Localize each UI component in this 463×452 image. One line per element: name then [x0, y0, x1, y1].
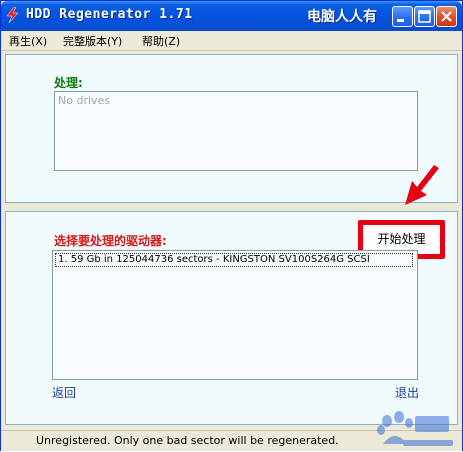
- processing-drives-list[interactable]: No drives: [54, 91, 418, 171]
- window-title: HDD Regenerator 1.71: [26, 7, 193, 22]
- process-panel: 处理: No drives: [5, 54, 458, 203]
- minimize-icon: [397, 19, 404, 22]
- menu-help[interactable]: 帮助(Z): [142, 33, 180, 49]
- status-text: Unregistered. Only one bad sector will b…: [36, 434, 339, 447]
- close-icon: [441, 11, 452, 22]
- back-link[interactable]: 返回: [52, 384, 76, 401]
- title-bar[interactable]: HDD Regenerator 1.71 电脑人人有: [1, 1, 462, 31]
- menu-full-version[interactable]: 完整版本(Y): [63, 33, 122, 49]
- exit-link[interactable]: 退出: [395, 384, 419, 401]
- maximize-icon: [418, 10, 431, 23]
- app-icon: [5, 6, 21, 24]
- red-arrow-icon: [405, 165, 439, 205]
- drive-list-item[interactable]: 1. 59 Gb in 125044736 sectors - KINGSTON…: [55, 253, 413, 267]
- menu-bar: 再生(X) 完整版本(Y) 帮助(Z): [1, 31, 462, 51]
- menu-regenerate[interactable]: 再生(X): [9, 33, 47, 49]
- baidu-watermark-icon: [377, 411, 453, 446]
- app-window: HDD Regenerator 1.71 电脑人人有 再生(X) 完整版本(Y)…: [0, 0, 463, 451]
- close-button[interactable]: [436, 6, 457, 27]
- select-drive-panel: 选择要处理的驱动器: 开始处理 1. 59 Gb in 125044736 se…: [5, 211, 458, 425]
- no-drives-text: No drives: [58, 94, 111, 107]
- minimize-button[interactable]: [392, 6, 413, 27]
- select-drive-label: 选择要处理的驱动器:: [54, 234, 167, 248]
- drive-list[interactable]: 1. 59 Gb in 125044736 sectors - KINGSTON…: [52, 250, 418, 380]
- window-title-extra: 电脑人人有: [307, 9, 377, 25]
- process-label: 处理:: [54, 76, 83, 90]
- maximize-button[interactable]: [414, 6, 435, 27]
- start-processing-button[interactable]: 开始处理: [365, 228, 438, 251]
